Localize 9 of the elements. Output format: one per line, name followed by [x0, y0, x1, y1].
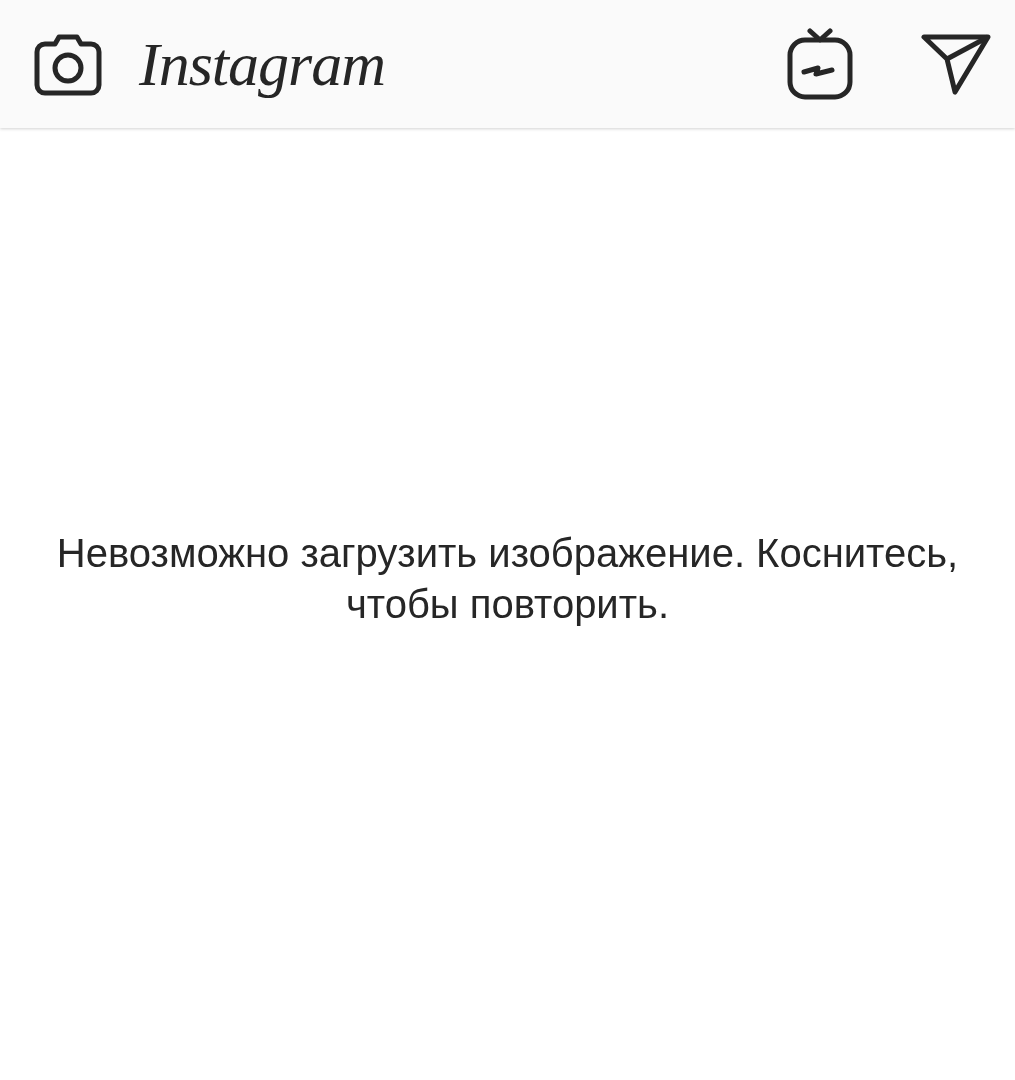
app-logo: Instagram	[139, 28, 385, 100]
error-message[interactable]: чтобы повторить.	[346, 579, 669, 630]
send-button[interactable]	[921, 32, 991, 96]
error-message[interactable]: Невозможно загрузить изображение. Коснитесь,	[56, 528, 959, 579]
tv-icon	[787, 28, 853, 100]
camera-button[interactable]	[33, 32, 103, 96]
camera-icon	[33, 32, 103, 96]
tv-button[interactable]	[787, 28, 853, 100]
paper-plane-icon	[921, 32, 991, 96]
